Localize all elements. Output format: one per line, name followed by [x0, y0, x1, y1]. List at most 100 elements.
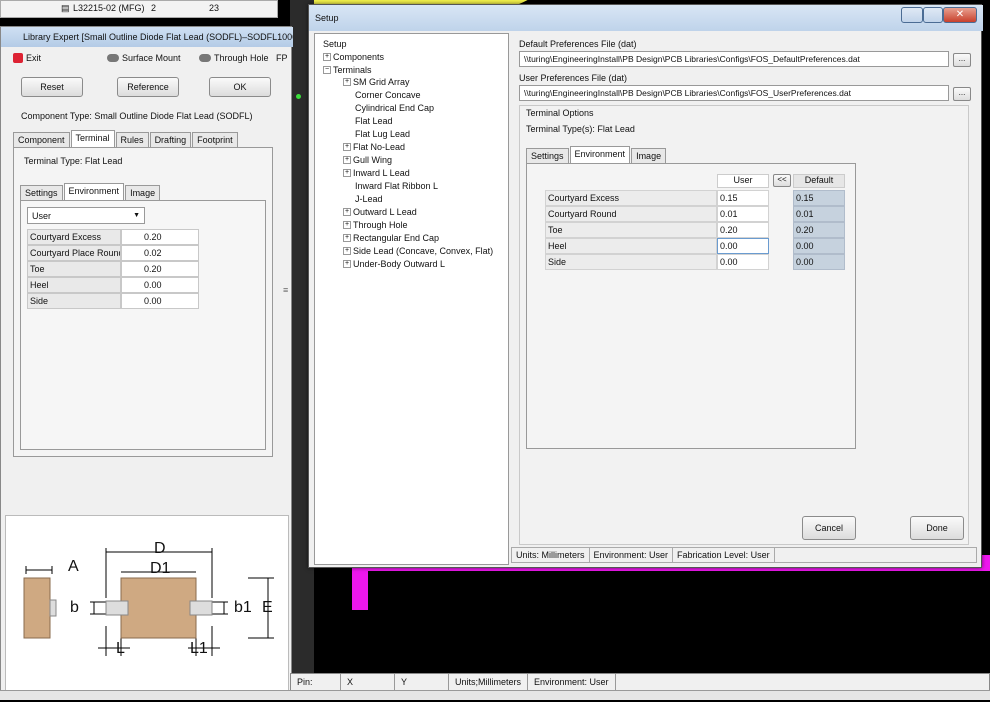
- tree-item[interactable]: + Inward L Lead: [343, 168, 410, 178]
- tree-label: Terminals: [333, 65, 372, 75]
- row-default-value: 0.15: [793, 190, 845, 206]
- settings-tree: Setup + Components − Terminals + SM Grid Ar…: [314, 33, 509, 565]
- tab-rules[interactable]: Rules: [115, 132, 149, 147]
- tree-item[interactable]: + Rectangular End Cap: [343, 233, 439, 243]
- expand-icon[interactable]: +: [343, 143, 351, 151]
- tree-label: Outward L Lead: [353, 207, 417, 217]
- pcb-origin-marker: [296, 94, 301, 99]
- tab-environment[interactable]: Environment: [569, 146, 631, 163]
- label-b1: b1: [234, 599, 252, 616]
- environment-panel: User << Default Courtyard Excess 0.15 0.…: [526, 163, 856, 449]
- row-label: Side: [27, 293, 121, 309]
- expand-icon[interactable]: +: [343, 260, 351, 268]
- tree-item[interactable]: + Flat No-Lead: [343, 142, 405, 152]
- environment-select[interactable]: User ▼: [27, 207, 145, 224]
- label-a: A: [68, 558, 79, 575]
- user-pref-browse-button[interactable]: ...: [953, 87, 971, 101]
- tree-item[interactable]: + SM Grid Array: [343, 77, 410, 87]
- table-row: Courtyard Round 0.01 0.01: [545, 206, 845, 222]
- expand-icon[interactable]: +: [343, 169, 351, 177]
- part-col2: 2: [151, 3, 157, 13]
- tab-terminal[interactable]: Terminal: [70, 130, 115, 147]
- tree-item[interactable]: + Outward L Lead: [343, 207, 417, 217]
- table-row: Courtyard Excess 0.15 0.15: [545, 190, 845, 206]
- component-type: Component Type: Small Outline Diode Flat…: [21, 111, 253, 121]
- done-button[interactable]: Done: [910, 516, 964, 540]
- label-d: D: [154, 540, 166, 557]
- dialog-title: Setup: [309, 5, 983, 31]
- expand-icon[interactable]: +: [343, 78, 351, 86]
- surface-mount-button[interactable]: Surface Mount: [107, 53, 181, 63]
- user-pref-field[interactable]: \\turing\EngineeringInstall\PB Design\PC…: [519, 85, 949, 101]
- environment-panel: User ▼ Courtyard Excess 0.20 Courtyard P…: [20, 200, 266, 450]
- tab-component[interactable]: Component: [13, 132, 70, 147]
- part-name: L32215-02 (MFG): [73, 3, 145, 13]
- tree-item[interactable]: + Side Lead (Concave, Convex, Flat): [343, 246, 493, 256]
- row-value[interactable]: 0.00: [121, 293, 199, 309]
- tab-image[interactable]: Image: [631, 148, 667, 163]
- tab-image[interactable]: Image: [125, 185, 161, 200]
- expand-icon[interactable]: +: [343, 156, 351, 164]
- tree-label: Gull Wing: [353, 155, 393, 165]
- setup-dialog: Setup ✕ Setup + Components − Terminals + SM…: [308, 4, 983, 568]
- expand-icon[interactable]: +: [343, 221, 351, 229]
- expand-icon[interactable]: +: [323, 53, 331, 61]
- row-user-value[interactable]: 0.00: [717, 254, 769, 270]
- tree-item-terminals[interactable]: − Terminals: [323, 65, 372, 75]
- cancel-button[interactable]: Cancel: [802, 516, 856, 540]
- ok-button[interactable]: OK: [209, 77, 271, 97]
- tab-drafting[interactable]: Drafting: [149, 132, 192, 147]
- collapse-icon[interactable]: −: [323, 66, 331, 74]
- expand-icon[interactable]: +: [343, 208, 351, 216]
- window-title: Library Expert [Small Outline Diode Flat…: [1, 27, 293, 47]
- tree-item[interactable]: Inward Flat Ribbon L: [355, 181, 438, 191]
- through-hole-icon: [199, 54, 211, 62]
- tab-settings[interactable]: Settings: [20, 185, 63, 200]
- row-user-value[interactable]: 0.01: [717, 206, 769, 222]
- tree-item[interactable]: + Gull Wing: [343, 155, 392, 165]
- default-pref-browse-button[interactable]: ...: [953, 53, 971, 67]
- tree-item[interactable]: Flat Lead: [355, 116, 393, 126]
- expand-icon[interactable]: +: [343, 247, 351, 255]
- tree-item-components[interactable]: + Components: [323, 52, 384, 62]
- tree-item[interactable]: Cylindrical End Cap: [355, 103, 434, 113]
- through-hole-button[interactable]: Through Hole: [199, 53, 269, 63]
- reset-button[interactable]: Reset: [21, 77, 83, 97]
- terminal-types: Terminal Type(s): Flat Lead: [526, 124, 635, 134]
- row-label: Toe: [545, 222, 717, 238]
- expand-icon[interactable]: +: [343, 234, 351, 242]
- splitter-grip[interactable]: ≡: [283, 285, 288, 295]
- main-statusbar: Pin: X Y Units;Millimeters Environment: …: [290, 673, 990, 691]
- tab-environment[interactable]: Environment: [63, 183, 125, 200]
- row-user-value[interactable]: 0.20: [717, 222, 769, 238]
- close-icon: ✕: [955, 9, 965, 20]
- reference-button[interactable]: Reference: [117, 77, 179, 97]
- tab-settings[interactable]: Settings: [526, 148, 569, 163]
- tree-label: Flat No-Lead: [353, 142, 406, 152]
- copy-defaults-button[interactable]: <<: [773, 174, 791, 187]
- tree-item[interactable]: + Through Hole: [343, 220, 408, 230]
- tree-item[interactable]: J-Lead: [355, 194, 383, 204]
- library-expert-window: Library Expert [Small Outline Diode Flat…: [0, 26, 293, 700]
- row-user-value[interactable]: 0.15: [717, 190, 769, 206]
- exit-button[interactable]: Exit: [13, 53, 41, 63]
- close-button[interactable]: ✕: [943, 7, 977, 23]
- col-user-header: User: [717, 174, 769, 188]
- maximize-button[interactable]: [923, 7, 943, 23]
- row-value[interactable]: 0.00: [121, 277, 199, 293]
- tree-item-setup[interactable]: Setup: [323, 39, 347, 49]
- row-value[interactable]: 0.20: [121, 229, 199, 245]
- tree-item[interactable]: Flat Lug Lead: [355, 129, 410, 139]
- fp-button[interactable]: FP: [276, 53, 288, 63]
- default-pref-field[interactable]: \\turing\EngineeringInstall\PB Design\PC…: [519, 51, 949, 67]
- tab-footprint[interactable]: Footprint: [192, 132, 238, 147]
- row-value[interactable]: 0.02: [121, 245, 199, 261]
- tree-item[interactable]: Corner Concave: [355, 90, 421, 100]
- tree-item[interactable]: + Under-Body Outward L: [343, 259, 445, 269]
- status-environment: Environment: User: [528, 674, 616, 690]
- exit-label: Exit: [26, 53, 42, 63]
- minimize-button[interactable]: [901, 7, 923, 23]
- row-user-value[interactable]: 0.00: [717, 238, 769, 254]
- row-value[interactable]: 0.20: [121, 261, 199, 277]
- tree-label: SM Grid Array: [353, 77, 410, 87]
